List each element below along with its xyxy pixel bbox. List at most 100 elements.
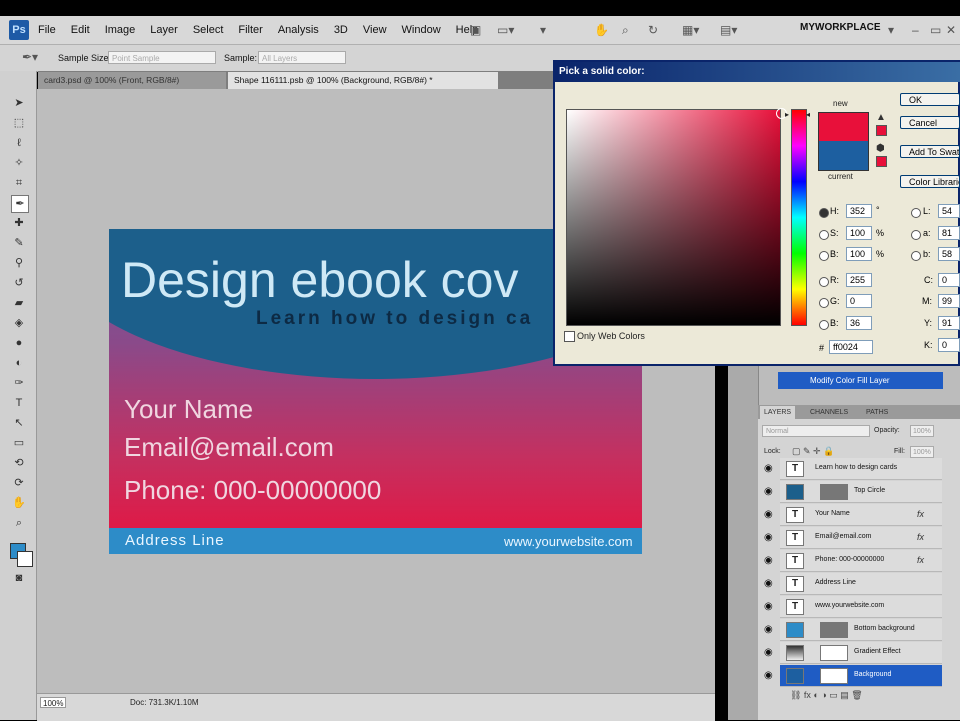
tab-shape[interactable]: Shape 116111.psb @ 100% (Background, RGB… [228, 72, 498, 89]
history-brush-tool-icon[interactable]: ↺ [11, 275, 27, 291]
web-safe-icon[interactable]: ⬢ [876, 143, 885, 154]
lasso-tool-icon[interactable]: ℓ [11, 135, 27, 151]
layer-row[interactable]: ◉ Twww.yourwebsite.com [764, 596, 942, 618]
eye-icon[interactable]: ◉ [764, 532, 773, 543]
crop-tool-icon[interactable]: ⌗ [11, 175, 27, 191]
move-tool-icon[interactable]: ➤ [11, 95, 27, 111]
close-icon[interactable]: ✕ [946, 22, 956, 38]
green-radio[interactable] [819, 298, 829, 308]
rotate-icon[interactable]: ↻ [648, 22, 658, 38]
magic-wand-tool-icon[interactable]: ✧ [11, 155, 27, 171]
restore-icon[interactable]: ▭ [930, 22, 941, 38]
tab-layers[interactable]: LAYERS [760, 406, 796, 419]
hue-slider-left-arrow[interactable]: ▸ [785, 110, 789, 119]
m-field[interactable]: 99 [938, 294, 960, 308]
menu-edit[interactable]: Edit [71, 24, 90, 36]
hue-field[interactable]: 352 [846, 204, 872, 218]
saturation-radio[interactable] [819, 230, 829, 240]
hue-slider-right-arrow[interactable]: ◂ [806, 110, 810, 119]
web-safe-swatch[interactable] [876, 156, 887, 167]
blue-field[interactable]: 36 [846, 316, 872, 330]
eye-icon[interactable]: ◉ [764, 624, 773, 635]
eye-icon[interactable]: ◉ [764, 509, 773, 520]
menu-file[interactable]: File [38, 24, 56, 36]
screen-icon[interactable]: ▤▾ [720, 22, 737, 38]
hue-slider[interactable] [791, 109, 807, 326]
eyedropper-preset-icon[interactable]: ✒▾ [22, 49, 38, 65]
healing-brush-tool-icon[interactable]: ✚ [11, 215, 27, 231]
menu-select[interactable]: Select [193, 24, 224, 36]
clone-stamp-tool-icon[interactable]: ⚲ [11, 255, 27, 271]
menu-layer[interactable]: Layer [150, 24, 178, 36]
ok-button[interactable]: OK [900, 93, 960, 106]
zoom-level-icon[interactable]: ▾ [540, 22, 546, 38]
path-selection-tool-icon[interactable]: ↖ [11, 415, 27, 431]
menu-3d[interactable]: 3D [334, 24, 348, 36]
eraser-tool-icon[interactable]: ▰ [11, 295, 27, 311]
red-field[interactable]: 255 [846, 273, 872, 287]
tab-card3[interactable]: card3.psd @ 100% (Front, RGB/8#) [38, 72, 226, 89]
tab-channels[interactable]: CHANNELS [806, 406, 852, 419]
hand-tool-icon[interactable]: ✋ [11, 495, 27, 511]
bridge-icon[interactable]: ▣ [470, 22, 481, 38]
opacity-field[interactable]: 100% [910, 425, 934, 437]
lightness-radio[interactable] [911, 208, 921, 218]
tab-paths[interactable]: PATHS [862, 406, 892, 419]
b-lab-radio[interactable] [911, 251, 921, 261]
chevron-down-icon[interactable]: ▾ [888, 22, 894, 38]
shape-tool-icon[interactable]: ▭ [11, 435, 27, 451]
layer-row[interactable]: ◉ T Email@email.com fx [764, 527, 942, 549]
zoom-field[interactable]: 100% [40, 697, 66, 708]
gamut-warning-icon[interactable]: ▲ [876, 112, 886, 123]
layer-row[interactable]: ◉ T Learn how to design cards [764, 458, 942, 480]
layer-row[interactable]: ◉ T Address Line [764, 573, 942, 595]
3d-rotate-tool-icon[interactable]: ⟲ [11, 455, 27, 471]
type-tool-icon[interactable]: T [11, 395, 27, 411]
l-field[interactable]: 54 [938, 204, 960, 218]
hand-icon[interactable]: ✋ [594, 22, 609, 38]
add-to-swatches-button[interactable]: Add To Swatches [900, 145, 960, 158]
menu-image[interactable]: Image [105, 24, 136, 36]
zoom-icon[interactable]: ⌕ [622, 22, 629, 38]
sample-size-select[interactable]: Point Sample [108, 51, 216, 64]
3d-orbit-tool-icon[interactable]: ⟳ [11, 475, 27, 491]
b-lab-field[interactable]: 58 [938, 247, 960, 261]
saturation-field[interactable]: 100 [846, 226, 872, 240]
color-libraries-button[interactable]: Color Libraries [900, 175, 960, 188]
hue-radio[interactable] [819, 208, 829, 218]
screen-mode-icon[interactable]: ▭▾ [497, 22, 514, 38]
eye-icon[interactable]: ◉ [764, 486, 773, 497]
a-radio[interactable] [911, 230, 921, 240]
pen-tool-icon[interactable]: ✑ [11, 375, 27, 391]
red-radio[interactable] [819, 277, 829, 287]
arrange-documents-icon[interactable]: ▦▾ [682, 22, 699, 38]
dodge-tool-icon[interactable]: ◐ [11, 355, 27, 371]
eye-icon[interactable]: ◉ [764, 601, 773, 612]
layer-row[interactable]: ◉ T Phone: 000-00000000 fx [764, 550, 942, 572]
menu-filter[interactable]: Filter [238, 24, 262, 36]
brightness-field[interactable]: 100 [846, 247, 872, 261]
c-field[interactable]: 0 [938, 273, 960, 287]
minimize-icon[interactable]: – [912, 22, 919, 38]
layer-row[interactable]: ◉ Bottom background [764, 619, 942, 641]
eye-icon[interactable]: ◉ [764, 555, 773, 566]
color-field[interactable] [566, 109, 781, 326]
fx-icon[interactable]: fx [917, 555, 924, 565]
gamut-swatch[interactable] [876, 125, 887, 136]
k-field[interactable]: 0 [938, 338, 960, 352]
a-field[interactable]: 81 [938, 226, 960, 240]
hex-field[interactable]: ff0024 [829, 340, 873, 354]
only-web-colors-checkbox[interactable] [564, 331, 575, 342]
fx-icon[interactable]: fx [917, 532, 924, 542]
layer-row[interactable]: ◉ T Your Name fx [764, 504, 942, 526]
fx-icon[interactable]: fx [917, 509, 924, 519]
blend-mode-select[interactable]: Normal [762, 425, 870, 437]
layer-row[interactable]: ◉ Gradient Effect [764, 642, 942, 664]
eyedropper-tool-icon[interactable]: ✒ [11, 195, 29, 213]
history-state-row[interactable]: Modify Color Fill Layer [778, 372, 943, 389]
green-field[interactable]: 0 [846, 294, 872, 308]
eye-icon[interactable]: ◉ [764, 463, 773, 474]
blur-tool-icon[interactable]: ● [11, 335, 27, 351]
current-color-swatch[interactable] [818, 141, 869, 171]
y-field[interactable]: 91 [938, 316, 960, 330]
